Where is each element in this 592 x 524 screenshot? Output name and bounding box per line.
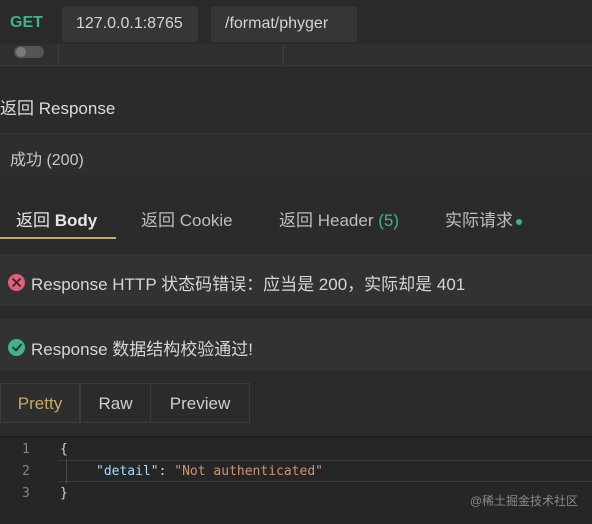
active-tab-indicator <box>0 237 116 239</box>
code-line-2: "detail": "Not authenticated" <box>96 464 323 479</box>
tab-pretty[interactable]: Pretty <box>0 383 80 423</box>
response-status: 成功 (200) <box>10 152 84 169</box>
path-field[interactable]: /format/phyger <box>211 6 357 42</box>
json-key: "detail" <box>96 464 159 479</box>
column-divider <box>283 44 284 65</box>
watermark: @稀土掘金技术社区 <box>469 494 578 508</box>
line-number: 1 <box>22 442 30 457</box>
tab-actual-request-label: 实际请求 <box>445 211 513 230</box>
code-close-brace: } <box>60 486 68 501</box>
host-field[interactable]: 127.0.0.1:8765 <box>62 6 198 42</box>
tab-preview[interactable]: Preview <box>150 383 250 423</box>
json-colon: : <box>158 464 175 479</box>
http-method[interactable]: GET <box>10 14 43 32</box>
success-message-text: Response 数据结构校验通过! <box>31 340 253 359</box>
tab-body[interactable]: 返回 Body <box>16 206 97 231</box>
tab-raw[interactable]: Raw <box>80 383 151 423</box>
error-message-text: Response HTTP 状态码错误：应当是 200，实际却是 401 <box>31 275 466 294</box>
response-tabs: 返回 Body 返回 Cookie 返回 Header (5) 实际请求 <box>0 190 592 240</box>
tab-cookie[interactable]: 返回 Cookie <box>141 206 233 231</box>
tab-header-label: 返回 Header <box>279 211 379 230</box>
tab-header[interactable]: 返回 Header (5) <box>279 206 399 231</box>
divider <box>0 133 592 134</box>
tab-body-prefix: 返回 <box>16 211 55 230</box>
code-open-brace: { <box>60 442 68 457</box>
header-count-badge: (5) <box>378 211 399 230</box>
success-message-box: Response 数据结构校验通过! <box>0 319 592 371</box>
error-message-box: Response HTTP 状态码错误：应当是 200，实际却是 401 <box>0 254 592 306</box>
line-number: 3 <box>22 486 30 501</box>
status-row <box>0 135 592 175</box>
status-dot-icon <box>516 218 522 225</box>
line-number: 2 <box>22 464 30 479</box>
response-section-title: 返回 Response <box>0 99 116 118</box>
column-divider <box>58 44 59 65</box>
param-toggle[interactable] <box>14 46 44 58</box>
error-x-icon <box>8 274 25 291</box>
params-table-row <box>0 44 592 66</box>
tab-body-label: Body <box>54 211 98 230</box>
indent-guide <box>66 458 67 484</box>
editor-top-border <box>0 436 592 438</box>
response-body-editor[interactable]: 1 2 3 { "detail": "Not authenticated" } … <box>0 436 592 524</box>
tab-actual-request[interactable]: 实际请求 <box>445 206 522 231</box>
json-value: "Not authenticated" <box>174 464 323 479</box>
success-check-icon <box>8 339 25 356</box>
